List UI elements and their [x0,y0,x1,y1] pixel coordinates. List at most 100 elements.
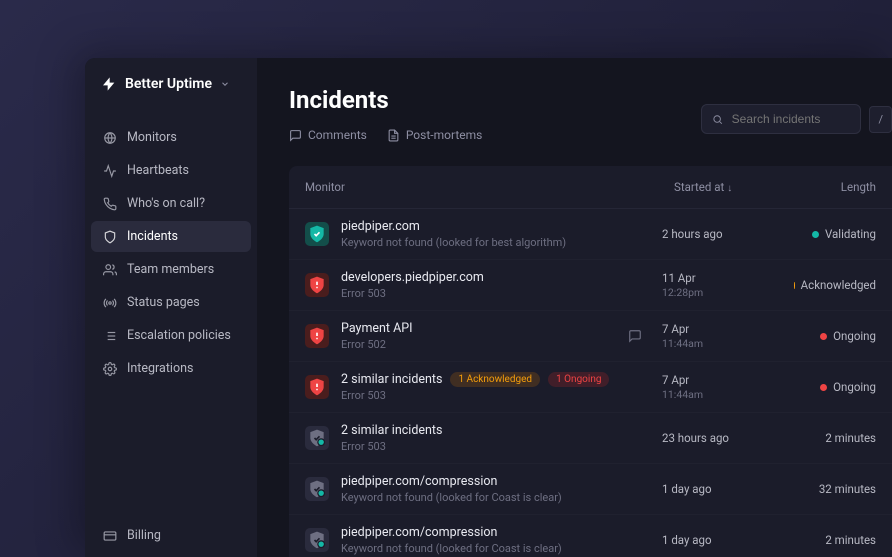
incident-title: piedpiper.com/compression [341,525,497,540]
sidebar-item-label: Escalation policies [127,328,231,343]
sidebar-item-who-s-on-call-[interactable]: Who's on call? [91,188,251,219]
tab-label: Comments [308,128,367,142]
bolt-icon [101,76,117,92]
sidebar-item-label: Who's on call? [127,196,205,211]
incident-title: piedpiper.com/compression [341,474,497,489]
search-input[interactable] [732,112,851,126]
broadcast-icon [103,296,117,310]
sidebar-item-label: Team members [127,262,214,277]
incident-row[interactable]: 2 similar incidents Error 503 23 hours a… [289,413,892,464]
shield-icon [305,324,329,348]
status-pill: 1 Ongoing [548,372,609,387]
status-dot [820,333,827,340]
incident-info: Payment API Error 502 [341,321,616,351]
incident-row[interactable]: Payment API Error 502 7 Apr 11:44am Ongo… [289,311,892,362]
incident-started: 7 Apr 11:44am [662,322,782,350]
activity-icon [103,164,117,178]
sidebar-item-incidents[interactable]: Incidents [91,221,251,252]
incident-info: 2 similar incidents1 Acknowledged1 Ongoi… [341,372,650,402]
table-header: Monitor Started at↓ Length [289,166,892,209]
incident-started: 1 day ago [662,482,782,496]
incident-info: 2 similar incidents Error 503 [341,423,650,453]
col-length[interactable]: Length [794,180,876,194]
users-icon [103,263,117,277]
sidebar-item-monitors[interactable]: Monitors [91,122,251,153]
incident-started: 7 Apr 11:44am [662,373,782,401]
sidebar-item-billing[interactable]: Billing [91,520,251,551]
page-header: Incidents Comments Post-mortems / [289,86,892,142]
incident-row[interactable]: piedpiper.com/compression Keyword not fo… [289,464,892,515]
sidebar-item-label: Integrations [127,361,193,376]
col-monitor[interactable]: Monitor [305,180,674,194]
sidebar-item-status-pages[interactable]: Status pages [91,287,251,318]
incident-row[interactable]: piedpiper.com Keyword not found (looked … [289,209,892,260]
incident-length: 32 minutes [794,482,876,496]
comment-icon [289,129,302,142]
status-dot [794,282,795,289]
incident-subtitle: Keyword not found (looked for Coast is c… [341,491,650,504]
incident-started: 23 hours ago [662,431,782,445]
sidebar-item-escalation-policies[interactable]: Escalation policies [91,320,251,351]
search-box[interactable] [701,104,861,134]
globe-icon [103,131,117,145]
incident-info: piedpiper.com/compression Keyword not fo… [341,525,650,555]
sidebar-item-label: Incidents [127,229,178,244]
search-area: / [701,104,892,134]
incident-subtitle: Error 503 [341,389,650,402]
incident-title: Payment API [341,321,413,336]
brand[interactable]: Better Uptime [85,76,257,116]
incident-length: Ongoing [794,329,876,343]
sidebar-item-label: Status pages [127,295,200,310]
incident-title: piedpiper.com [341,219,420,234]
sort-arrow-icon: ↓ [727,183,732,194]
incident-subtitle: Error 503 [341,287,650,300]
sidebar-item-integrations[interactable]: Integrations [91,353,251,384]
incident-row[interactable]: piedpiper.com/compression Keyword not fo… [289,515,892,557]
brand-name: Better Uptime [125,76,212,92]
incident-title: 2 similar incidents [341,423,442,438]
incident-row[interactable]: developers.piedpiper.com Error 503 11 Ap… [289,260,892,311]
incident-started: 2 hours ago [662,227,782,241]
tab-post-mortems[interactable]: Post-mortems [387,128,483,142]
shield-icon [305,375,329,399]
sidebar-nav: Monitors Heartbeats Who's on call? Incident… [85,116,257,514]
shield-icon [305,273,329,297]
shield-icon [103,230,117,244]
incident-info: developers.piedpiper.com Error 503 [341,270,650,300]
phone-icon [103,197,117,211]
sidebar-item-heartbeats[interactable]: Heartbeats [91,155,251,186]
incident-info: piedpiper.com/compression Keyword not fo… [341,474,650,504]
incident-length: Validating [794,227,876,241]
tab-comments[interactable]: Comments [289,128,367,142]
app-window: Better Uptime Monitors Heartbeats Who's on… [85,58,892,557]
comment-icon [628,329,642,343]
incident-row[interactable]: 2 similar incidents1 Acknowledged1 Ongoi… [289,362,892,413]
policy-icon [103,329,117,343]
shield-icon [305,222,329,246]
sidebar-item-label: Monitors [127,130,177,145]
sidebar-footer: Billing [85,514,257,557]
card-icon [103,529,117,543]
status-dot [820,384,827,391]
incidents-table: Monitor Started at↓ Length piedpiper.com… [289,166,892,557]
shield-icon [305,426,329,450]
incident-subtitle: Error 503 [341,440,650,453]
incident-info: piedpiper.com Keyword not found (looked … [341,219,650,249]
tab-label: Post-mortems [406,128,483,142]
tabs: Comments Post-mortems [289,128,482,142]
status-dot [812,231,819,238]
chevron-down-icon [220,79,230,89]
incident-started: 11 Apr 12:28pm [662,271,782,299]
sidebar-item-label: Heartbeats [127,163,189,178]
doc-icon [387,129,400,142]
main: Incidents Comments Post-mortems / Monitor… [257,58,892,557]
search-shortcut-key: / [869,106,892,133]
incident-title: developers.piedpiper.com [341,270,484,285]
page-title: Incidents [289,86,482,114]
incident-subtitle: Keyword not found (looked for Coast is c… [341,542,650,555]
incident-length: Acknowledged [794,278,876,292]
col-started[interactable]: Started at↓ [674,180,794,194]
gear-icon [103,362,117,376]
incident-length: 2 minutes [794,533,876,547]
sidebar-item-team-members[interactable]: Team members [91,254,251,285]
